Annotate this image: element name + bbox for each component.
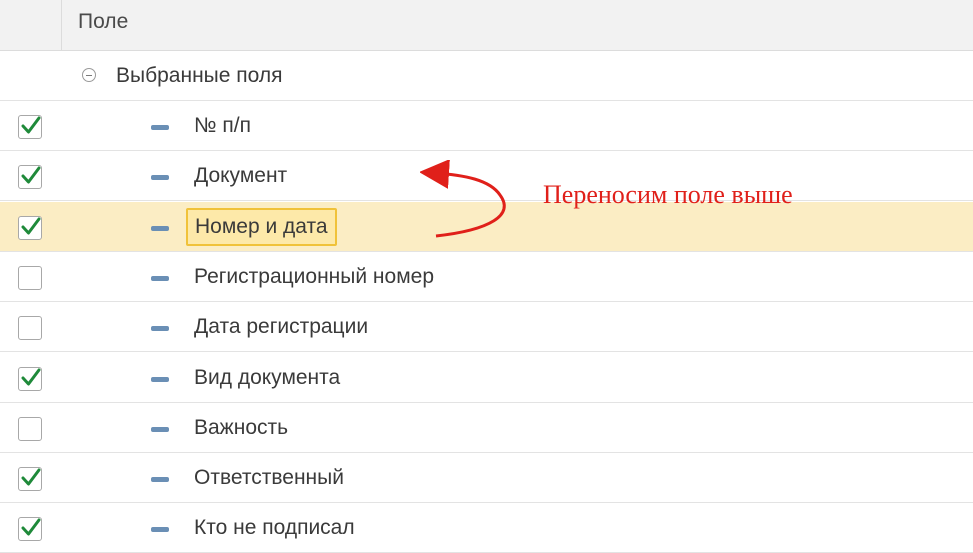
field-icon bbox=[151, 226, 169, 231]
field-icon bbox=[151, 427, 169, 432]
check-icon bbox=[21, 468, 41, 486]
field-checkbox[interactable] bbox=[18, 216, 42, 240]
field-label[interactable]: Кто не подписал bbox=[194, 516, 355, 540]
field-row[interactable]: Ответственный bbox=[0, 453, 973, 503]
collapse-icon[interactable] bbox=[82, 68, 96, 82]
field-checkbox[interactable] bbox=[18, 165, 42, 189]
checkbox-cell bbox=[0, 302, 62, 351]
check-icon bbox=[21, 166, 41, 184]
checkbox-cell bbox=[0, 101, 62, 150]
field-row[interactable]: № п/п bbox=[0, 101, 973, 151]
field-icon bbox=[151, 276, 169, 281]
field-checkbox[interactable] bbox=[18, 367, 42, 391]
checkbox-cell bbox=[0, 403, 62, 452]
check-icon bbox=[21, 116, 41, 134]
annotation-text: Переносим поле выше bbox=[543, 180, 793, 209]
field-label[interactable]: Регистрационный номер bbox=[194, 265, 434, 289]
field-row[interactable]: Дата регистрации bbox=[0, 302, 973, 352]
checkbox-column-header bbox=[0, 0, 62, 50]
field-checkbox[interactable] bbox=[18, 316, 42, 340]
field-label[interactable]: № п/п bbox=[194, 114, 251, 138]
field-icon bbox=[151, 377, 169, 382]
checkbox-cell bbox=[0, 453, 62, 502]
field-icon bbox=[151, 125, 169, 130]
field-row[interactable]: Вид документа bbox=[0, 353, 973, 403]
column-header: Поле bbox=[0, 0, 973, 51]
field-row[interactable]: Регистрационный номер bbox=[0, 252, 973, 302]
group-label: Выбранные поля bbox=[116, 64, 283, 87]
field-label[interactable]: Вид документа bbox=[194, 366, 340, 390]
checkbox-cell bbox=[0, 503, 62, 552]
field-checkbox[interactable] bbox=[18, 115, 42, 139]
field-checkbox[interactable] bbox=[18, 417, 42, 441]
column-title: Поле bbox=[78, 10, 129, 33]
checkbox-cell bbox=[0, 252, 62, 301]
check-icon bbox=[21, 368, 41, 386]
field-icon bbox=[151, 527, 169, 532]
curved-arrow-icon bbox=[420, 160, 506, 238]
field-label[interactable]: Дата регистрации bbox=[194, 315, 368, 339]
field-label[interactable]: Ответственный bbox=[194, 466, 344, 490]
field-label[interactable]: Важность bbox=[194, 416, 288, 440]
group-row[interactable]: Выбранные поля bbox=[0, 51, 973, 101]
check-icon bbox=[21, 518, 41, 536]
field-checkbox[interactable] bbox=[18, 467, 42, 491]
checkbox-cell bbox=[0, 353, 62, 402]
field-label[interactable]: Номер и дата bbox=[186, 208, 337, 246]
field-checkbox[interactable] bbox=[18, 517, 42, 541]
field-checkbox[interactable] bbox=[18, 266, 42, 290]
check-icon bbox=[21, 217, 41, 235]
checkbox-cell bbox=[0, 202, 62, 251]
field-icon bbox=[151, 326, 169, 331]
field-label[interactable]: Документ bbox=[194, 164, 287, 188]
field-row[interactable]: Кто не подписал bbox=[0, 503, 973, 553]
field-row[interactable]: Важность bbox=[0, 403, 973, 453]
field-icon bbox=[151, 477, 169, 482]
field-icon bbox=[151, 175, 169, 180]
checkbox-cell bbox=[0, 151, 62, 200]
